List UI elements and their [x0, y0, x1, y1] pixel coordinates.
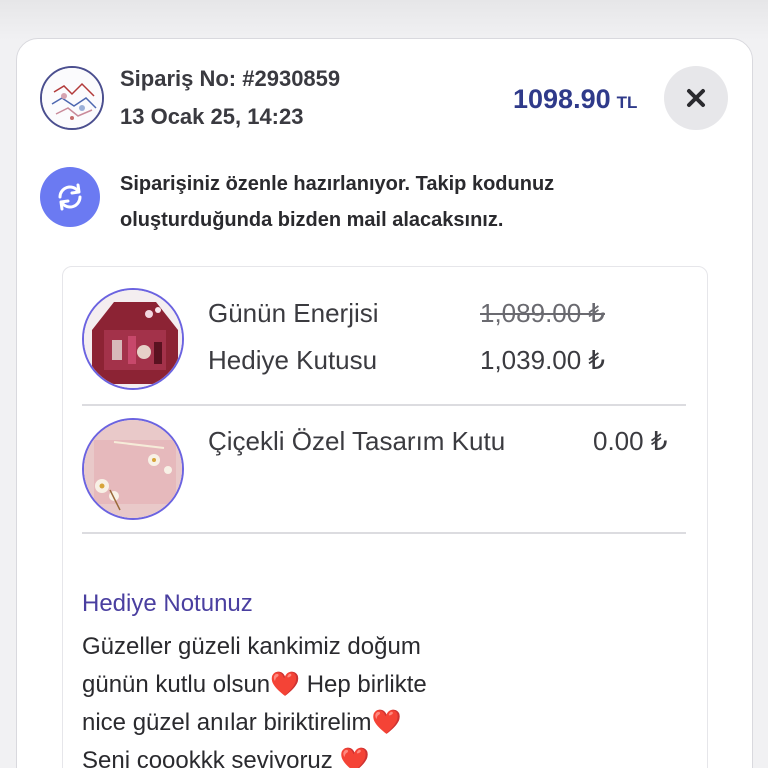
gift-note-title: Hediye Notunuz [82, 590, 253, 617]
status-message: Siparişiniz özenle hazırlanıyor. Takip k… [120, 173, 555, 231]
heart-icon: ❤️ [371, 709, 402, 736]
gift-note-line: nice güzel anılar biriktirelim❤️ [82, 709, 402, 736]
heart-icon: ❤️ [339, 747, 370, 768]
item-price: 0.00 ₺ [593, 426, 668, 456]
divider [82, 532, 686, 534]
order-number: Sipariş No: #2930859 [120, 66, 341, 91]
refresh-icon [58, 183, 82, 211]
item-name-line2: Hediye Kutusu [208, 345, 378, 375]
divider [82, 404, 686, 406]
store-logo [40, 66, 104, 130]
item-name: Çiçekli Özel Tasarım Kutu [208, 426, 506, 456]
gift-note-line: Seni coookkk seviyoruz ❤️ [82, 742, 602, 768]
product-thumbnail[interactable] [82, 418, 184, 520]
item-old-price: 1,089.00 ₺ [480, 298, 605, 328]
order-total: 1098.90 TL [513, 84, 637, 115]
gift-note-line: Güzeller güzeli kankimiz doğum [82, 633, 421, 660]
top-shadow [0, 0, 768, 40]
gift-note-line: günün kutlu olsun❤️ Hep birlikte [82, 671, 427, 698]
total-currency: TL [616, 93, 638, 112]
product-thumbnail[interactable] [82, 288, 184, 390]
total-value: 1098.90 [513, 84, 611, 114]
status-icon-wrap [40, 167, 100, 227]
close-icon [687, 89, 705, 107]
item-name: Günün Enerjisi [208, 298, 379, 328]
gift-note-text: Güzeller güzeli kankimiz doğum günün kut… [82, 628, 602, 768]
heart-icon: ❤️ [270, 671, 301, 698]
order-date: 13 Ocak 25, 14:23 [120, 104, 304, 129]
item-price: 1,039.00 ₺ [480, 345, 605, 375]
close-button[interactable] [664, 66, 728, 130]
